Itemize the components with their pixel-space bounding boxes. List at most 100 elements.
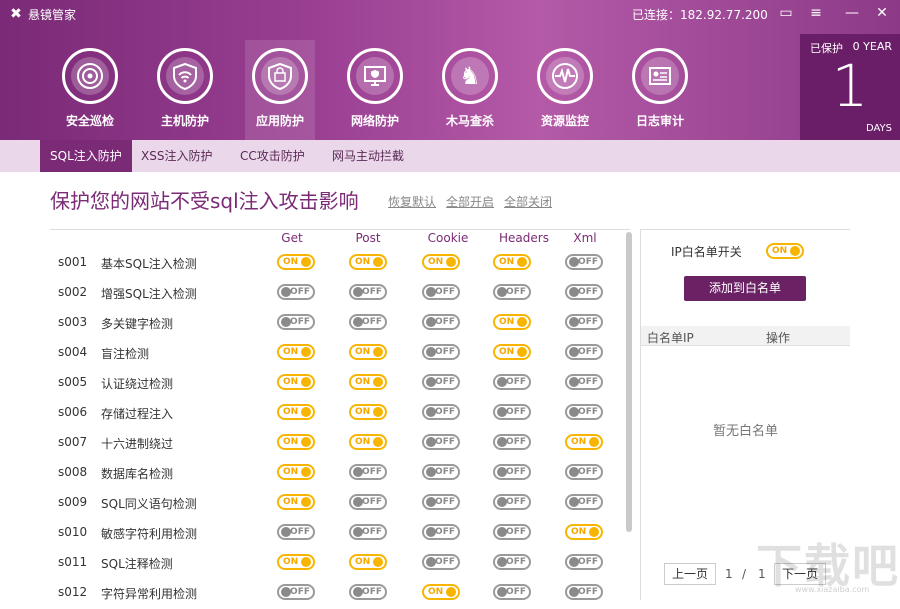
toggle-post[interactable]: ON [349, 344, 387, 360]
tab-webshell-block[interactable]: 网马主动拦截 [322, 140, 414, 172]
toggle-knob [497, 527, 507, 537]
toggle-headers[interactable]: ON [493, 314, 531, 330]
toggle-xml[interactable]: OFF [565, 494, 603, 510]
toggle-headers[interactable]: OFF [493, 554, 531, 570]
toggle-headers[interactable]: OFF [493, 374, 531, 390]
nav-host-protection[interactable]: 主机防护 [150, 40, 220, 140]
toggle-post[interactable]: OFF [349, 284, 387, 300]
nav-network-protection[interactable]: 网络防护 [340, 40, 410, 140]
toggle-cookie[interactable]: OFF [422, 374, 460, 390]
toggle-xml[interactable]: OFF [565, 284, 603, 300]
enable-all-link[interactable]: 全部开启 [446, 193, 494, 210]
table-scrollbar[interactable] [626, 232, 632, 532]
prev-page-button[interactable]: 上一页 [664, 563, 716, 585]
toggle-get[interactable]: ON [277, 254, 315, 270]
toggle-xml[interactable]: ON [565, 434, 603, 450]
toggle-text: OFF [578, 587, 598, 597]
tab-sql-injection[interactable]: SQL注入防护 [40, 140, 132, 172]
toggle-text: ON [571, 437, 587, 447]
toggle-headers[interactable]: OFF [493, 584, 531, 600]
toggle-knob [301, 437, 311, 447]
toggle-text: ON [283, 497, 299, 507]
toggle-headers[interactable]: OFF [493, 404, 531, 420]
toggle-get[interactable]: ON [277, 344, 315, 360]
toggle-knob [589, 437, 599, 447]
toggle-headers[interactable]: ON [493, 254, 531, 270]
toggle-post[interactable]: ON [349, 374, 387, 390]
toggle-headers[interactable]: OFF [493, 284, 531, 300]
column-header-headers: Headers [499, 231, 549, 245]
toggle-cookie[interactable]: OFF [422, 524, 460, 540]
toggle-cookie[interactable]: ON [422, 584, 460, 600]
divider [50, 229, 630, 230]
tab-xss-injection[interactable]: XSS注入防护 [131, 140, 222, 172]
toggle-headers[interactable]: OFF [493, 524, 531, 540]
monitor-shield-icon [356, 57, 394, 95]
minimize-button[interactable]: — [843, 4, 861, 22]
add-to-whitelist-button[interactable]: 添加到白名单 [684, 276, 806, 301]
toggle-get[interactable]: ON [277, 404, 315, 420]
toggle-text: OFF [578, 377, 598, 387]
toggle-cookie[interactable]: ON [422, 254, 460, 270]
toggle-xml[interactable]: OFF [565, 584, 603, 600]
tab-cc-attack[interactable]: CC攻击防护 [230, 140, 315, 172]
toggle-cookie[interactable]: OFF [422, 344, 460, 360]
toggle-post[interactable]: ON [349, 254, 387, 270]
toggle-cookie[interactable]: OFF [422, 434, 460, 450]
toggle-post[interactable]: OFF [349, 584, 387, 600]
nav-safety-inspection[interactable]: 安全巡检 [55, 40, 125, 140]
toggle-headers[interactable]: OFF [493, 494, 531, 510]
nav-app-protection[interactable]: 应用防护 [245, 40, 315, 140]
nav-trojan-scan[interactable]: ♞ 木马查杀 [435, 40, 505, 140]
toggle-knob [426, 287, 436, 297]
menu-icon[interactable]: ≡ [807, 4, 825, 22]
toggle-headers[interactable]: ON [493, 344, 531, 360]
toggle-get[interactable]: ON [277, 464, 315, 480]
toggle-get[interactable]: ON [277, 374, 315, 390]
nav-log-audit[interactable]: 日志审计 [625, 40, 695, 140]
toggle-post[interactable]: ON [349, 434, 387, 450]
toggle-xml[interactable]: OFF [565, 374, 603, 390]
toggle-headers[interactable]: OFF [493, 464, 531, 480]
toggle-xml[interactable]: OFF [565, 344, 603, 360]
toggle-xml[interactable]: OFF [565, 254, 603, 270]
toggle-xml[interactable]: OFF [565, 404, 603, 420]
toggle-cookie[interactable]: OFF [422, 464, 460, 480]
ip-whitelist-switch-label: IP白名单开关 [671, 245, 742, 259]
toggle-post[interactable]: ON [349, 404, 387, 420]
toggle-xml[interactable]: OFF [565, 314, 603, 330]
toggle-cookie[interactable]: OFF [422, 284, 460, 300]
rule-code: s004 [58, 345, 88, 359]
close-button[interactable]: ✕ [873, 4, 891, 22]
disable-all-link[interactable]: 全部关闭 [504, 193, 552, 210]
toggle-get[interactable]: OFF [277, 584, 315, 600]
toggle-cookie[interactable]: OFF [422, 314, 460, 330]
toggle-get[interactable]: OFF [277, 284, 315, 300]
toggle-get[interactable]: ON [277, 434, 315, 450]
ip-whitelist-toggle[interactable]: ON [766, 243, 804, 259]
toggle-xml[interactable]: OFF [565, 554, 603, 570]
toggle-cookie[interactable]: OFF [422, 554, 460, 570]
toggle-headers[interactable]: OFF [493, 434, 531, 450]
restore-default-link[interactable]: 恢复默认 [388, 193, 436, 210]
toggle-text: OFF [578, 497, 598, 507]
toggle-post[interactable]: ON [349, 554, 387, 570]
nav-resource-monitor[interactable]: 资源监控 [530, 40, 600, 140]
toggle-text: OFF [362, 287, 382, 297]
toggle-post[interactable]: OFF [349, 464, 387, 480]
toggle-get[interactable]: OFF [277, 524, 315, 540]
toggle-xml[interactable]: OFF [565, 464, 603, 480]
column-header-post: Post [355, 231, 381, 245]
toggle-post[interactable]: OFF [349, 314, 387, 330]
toggle-knob [301, 557, 311, 567]
toggle-post[interactable]: OFF [349, 494, 387, 510]
toggle-get[interactable]: ON [277, 554, 315, 570]
toggle-get[interactable]: OFF [277, 314, 315, 330]
table-row: s007 十六进制绕过 ON ON OFF OFF ON [50, 429, 630, 459]
toggle-xml[interactable]: ON [565, 524, 603, 540]
toggle-cookie[interactable]: OFF [422, 494, 460, 510]
toggle-post[interactable]: OFF [349, 524, 387, 540]
toggle-cookie[interactable]: OFF [422, 404, 460, 420]
toggle-get[interactable]: ON [277, 494, 315, 510]
feedback-icon[interactable]: ▭ [777, 4, 795, 22]
